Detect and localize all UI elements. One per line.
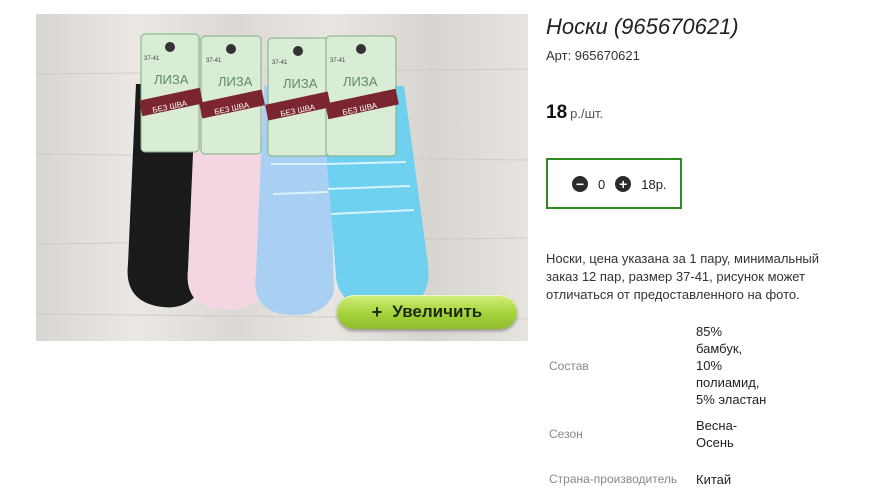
spec-value-line: полиамид, (696, 375, 760, 390)
minus-circle-icon[interactable]: − (572, 176, 588, 192)
plus-circle-icon[interactable]: + (615, 176, 632, 192)
spec-value-line: 10% (696, 358, 723, 373)
spec-value: Весна- Осень (696, 409, 786, 459)
plus-icon: + (371, 301, 383, 322)
tag-brand-text: ЛИЗА (154, 72, 189, 87)
spec-label: Сезон (549, 427, 583, 441)
spec-value-line: 5% эластан (696, 392, 767, 407)
spec-value-line: Осень (696, 435, 734, 450)
tag-brand-text: ЛИЗА (343, 74, 378, 89)
socks-illustration: ЛИЗА ЛИЗА ЛИЗА ЛИЗА БЕЗ ШВА БЕЗ ШВА БЕЗ … (36, 33, 528, 320)
spec-value: Китай (696, 459, 786, 499)
zoom-button[interactable]: + Увеличить (337, 295, 517, 329)
product-price: 18 р./шт. (546, 102, 603, 124)
product-photo[interactable]: ЛИЗА ЛИЗА ЛИЗА ЛИЗА БЕЗ ШВА БЕЗ ШВА БЕЗ … (36, 14, 528, 341)
spec-label: Состав (549, 358, 589, 373)
tag-size-text: 37-41 (330, 58, 346, 64)
spec-value-line: Весна- (696, 418, 738, 433)
spec-row-season: Сезон Весна- Осень (546, 409, 786, 459)
quantity-value[interactable]: 0 (598, 177, 605, 192)
spec-row-country: Страна-производитель Китай (546, 459, 786, 499)
product-tags (139, 33, 399, 157)
product-specs: Состав 85% бамбук, 10% полиамид, 5% элас… (546, 322, 786, 499)
zoom-label: Увеличить (392, 302, 483, 321)
spec-value-line: 85% (696, 324, 723, 339)
product-sku: Арт: 965670621 (546, 48, 640, 63)
tag-size-text: 37-41 (144, 56, 160, 62)
spec-value: 85% бамбук, 10% полиамид, 5% эластан (696, 322, 786, 409)
product-description: Носки, цена указана за 1 пару, минимальн… (546, 251, 819, 302)
spec-label: Страна-производитель (549, 472, 678, 486)
tag-size-text: 37-41 (272, 60, 288, 66)
price-value: 18 (546, 102, 568, 123)
price-unit: р./шт. (570, 106, 604, 121)
quantity-selector: − 0 + 18р. (546, 158, 682, 209)
spec-row-composition: Состав 85% бамбук, 10% полиамид, 5% элас… (546, 322, 786, 409)
quantity-total: 18р. (641, 176, 667, 192)
tag-size-text: 37-41 (206, 58, 222, 64)
spec-value-line: бамбук, (696, 341, 743, 356)
tag-brand-text: ЛИЗА (218, 74, 253, 89)
product-title: Носки (965670621) (546, 14, 739, 39)
tag-brand-text: ЛИЗА (283, 76, 318, 91)
